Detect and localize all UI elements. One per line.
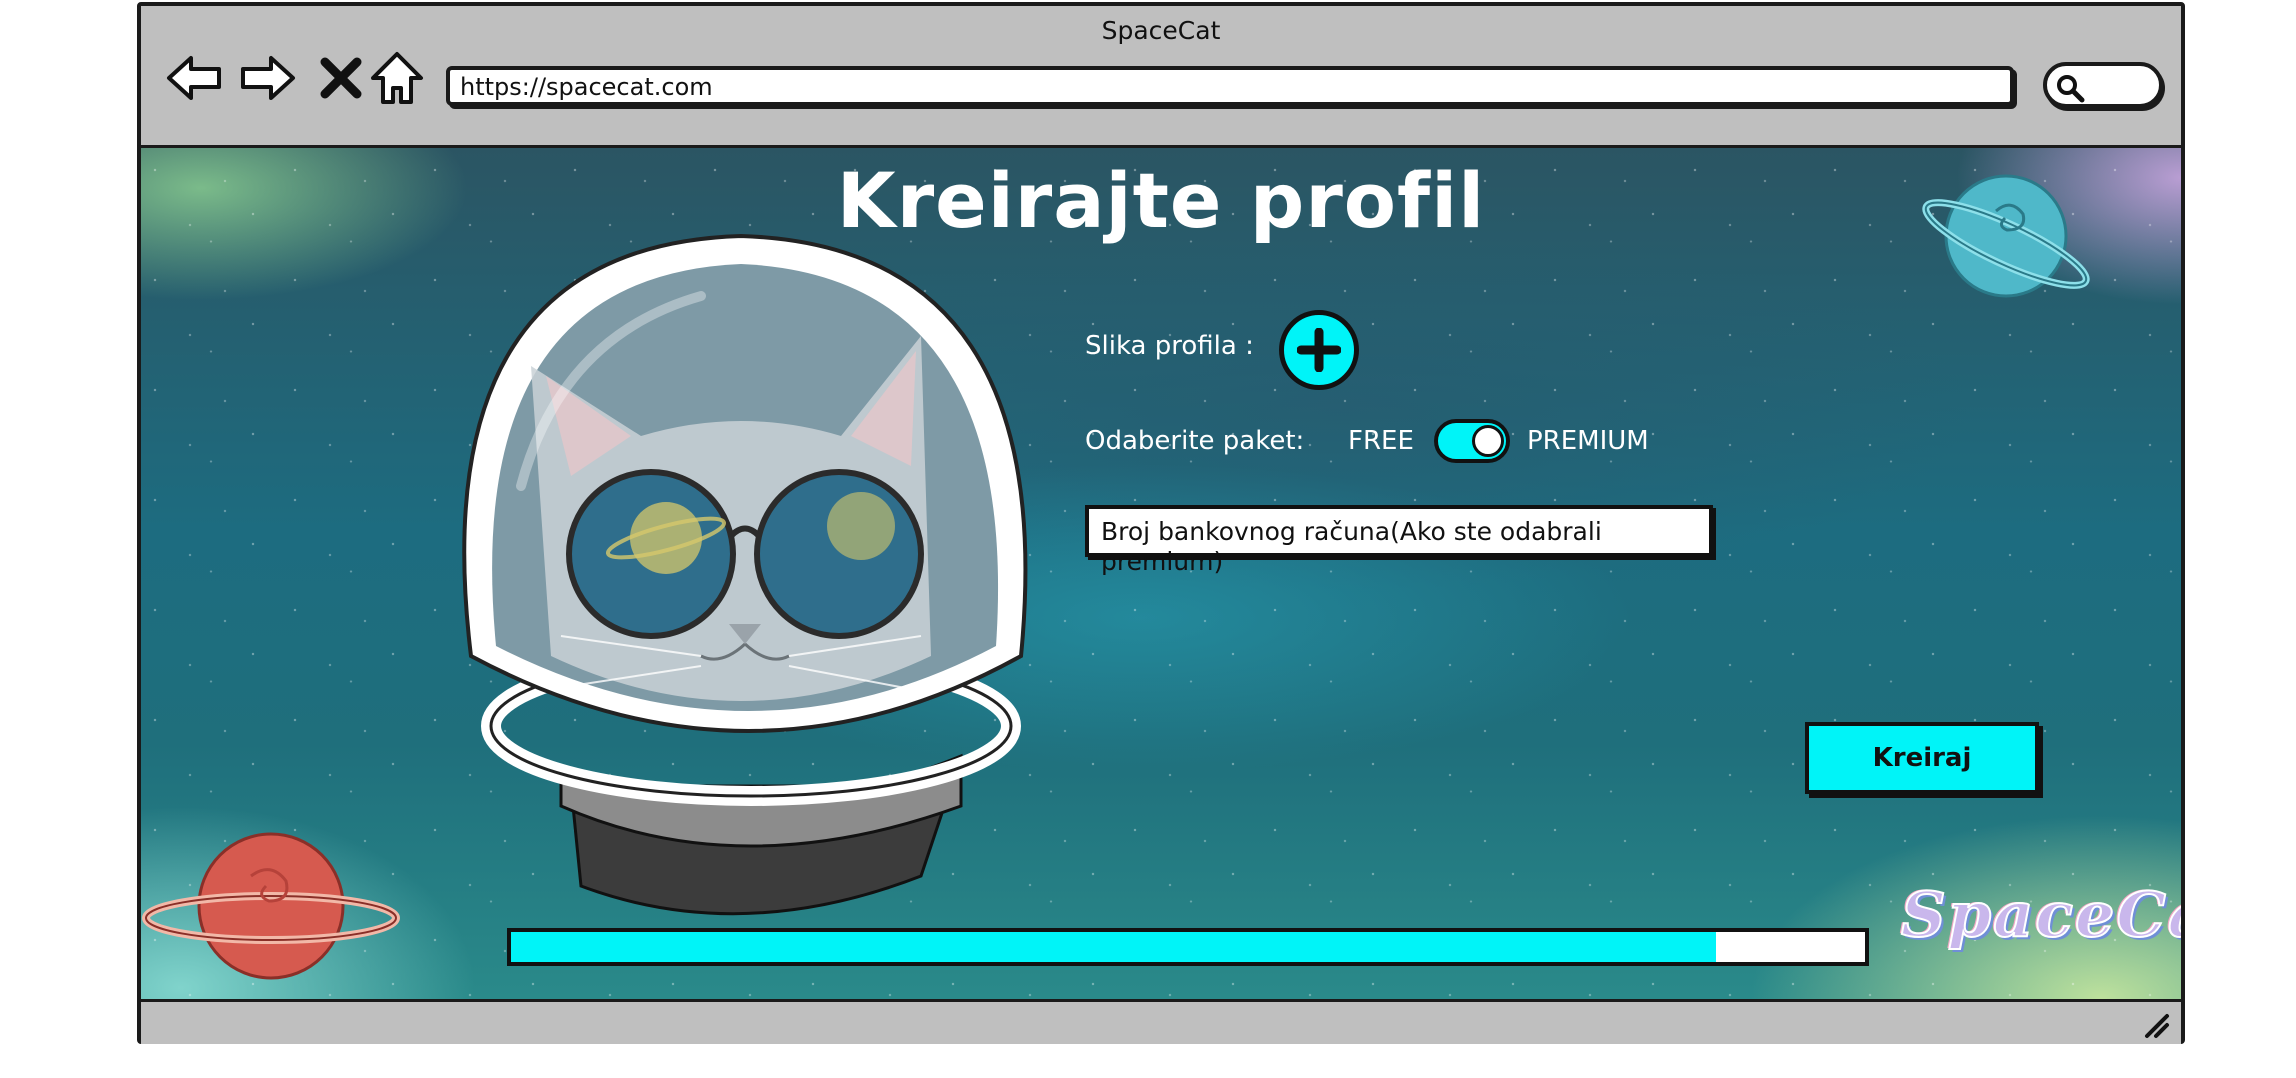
home-icon[interactable] bbox=[367, 48, 427, 108]
profile-picture-label: Slika profila : bbox=[1085, 331, 1254, 361]
create-button[interactable]: Kreiraj bbox=[1805, 722, 2039, 794]
add-profile-picture-button[interactable] bbox=[1279, 310, 1359, 390]
resize-handle-icon[interactable] bbox=[2141, 1010, 2171, 1040]
red-planet-image bbox=[142, 832, 400, 980]
toggle-knob bbox=[1472, 425, 1504, 457]
search-icon bbox=[2057, 75, 2085, 103]
bank-account-input[interactable]: Broj bankovnog računa(Ako ste odabrali p… bbox=[1085, 505, 1713, 576]
package-free-label: FREE bbox=[1348, 426, 1414, 456]
url-bar[interactable]: https://spacecat.com bbox=[446, 66, 2014, 106]
progress-fill bbox=[511, 932, 1717, 962]
forward-arrow-icon[interactable] bbox=[237, 48, 297, 108]
browser-titlebar: SpaceCat https://spacecat.com bbox=[141, 6, 2181, 148]
search-button[interactable] bbox=[2043, 62, 2163, 108]
page-title: Kreirajte profil bbox=[836, 156, 1486, 245]
close-icon[interactable] bbox=[311, 48, 371, 108]
page-content: Kreirajte profil Slika profila : Odaberi… bbox=[141, 148, 2181, 999]
plus-icon bbox=[1297, 328, 1341, 372]
package-premium-label: PREMIUM bbox=[1527, 426, 1649, 456]
browser-window: SpaceCat https://spacecat.com Kreirajte … bbox=[137, 2, 2185, 1044]
package-toggle[interactable] bbox=[1434, 419, 1510, 463]
browser-statusbar bbox=[141, 999, 2181, 1044]
spacecat-logo: SpaceCat bbox=[1900, 877, 2181, 952]
package-label: Odaberite paket: bbox=[1085, 426, 1305, 456]
back-arrow-icon[interactable] bbox=[165, 48, 225, 108]
astronaut-cat-image bbox=[462, 233, 1028, 916]
progress-bar bbox=[507, 928, 1869, 966]
window-title: SpaceCat bbox=[1101, 16, 1221, 45]
